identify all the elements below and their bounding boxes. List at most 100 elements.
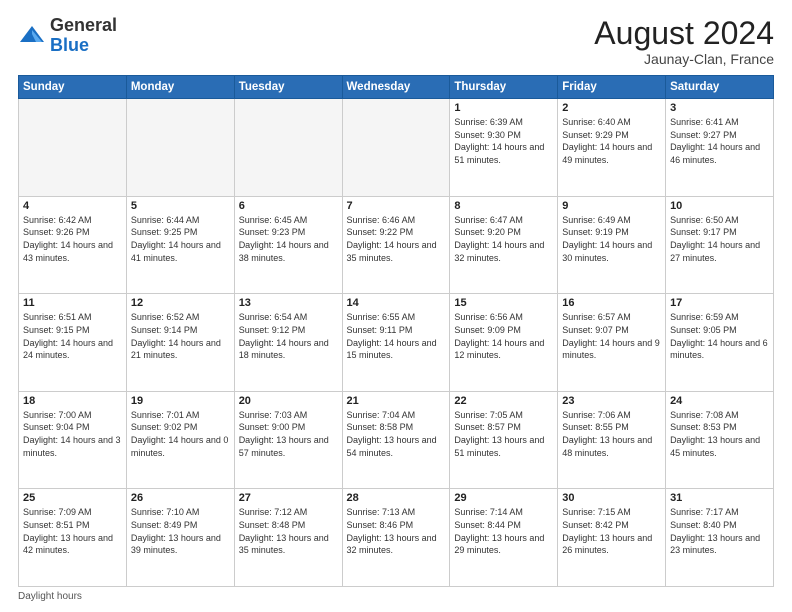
day-number: 11 <box>23 297 122 309</box>
month-year: August 2024 <box>594 16 774 51</box>
day-info: Sunrise: 7:01 AM Sunset: 9:02 PM Dayligh… <box>131 409 230 459</box>
title-area: August 2024 Jaunay-Clan, France <box>594 16 774 67</box>
calendar-cell: 9 Sunrise: 6:49 AM Sunset: 9:19 PM Daylig… <box>558 196 666 294</box>
calendar-cell: 21 Sunrise: 7:04 AM Sunset: 8:58 PM Dayli… <box>342 391 450 489</box>
day-info: Sunrise: 7:15 AM Sunset: 8:42 PM Dayligh… <box>562 506 661 556</box>
day-number: 12 <box>131 297 230 309</box>
calendar-cell: 28 Sunrise: 7:13 AM Sunset: 8:46 PM Dayli… <box>342 489 450 587</box>
day-info: Sunrise: 7:14 AM Sunset: 8:44 PM Dayligh… <box>454 506 553 556</box>
day-number: 23 <box>562 395 661 407</box>
day-number: 31 <box>670 492 769 504</box>
location: Jaunay-Clan, France <box>594 51 774 67</box>
day-info: Sunrise: 7:12 AM Sunset: 8:48 PM Dayligh… <box>239 506 338 556</box>
col-friday: Friday <box>558 76 666 99</box>
calendar-cell: 31 Sunrise: 7:17 AM Sunset: 8:40 PM Dayli… <box>666 489 774 587</box>
calendar-cell: 16 Sunrise: 6:57 AM Sunset: 9:07 PM Dayli… <box>558 294 666 392</box>
day-number: 10 <box>670 200 769 212</box>
day-number: 1 <box>454 102 553 114</box>
daylight-label: Daylight hours <box>18 591 82 602</box>
day-info: Sunrise: 6:55 AM Sunset: 9:11 PM Dayligh… <box>347 311 446 361</box>
col-saturday: Saturday <box>666 76 774 99</box>
col-sunday: Sunday <box>19 76 127 99</box>
day-info: Sunrise: 7:17 AM Sunset: 8:40 PM Dayligh… <box>670 506 769 556</box>
calendar-cell: 4Sunrise: 6:42 AM Sunset: 9:26 PM Daylig… <box>19 196 127 294</box>
day-number: 9 <box>562 200 661 212</box>
day-info: Sunrise: 7:09 AM Sunset: 8:51 PM Dayligh… <box>23 506 122 556</box>
day-number: 6 <box>239 200 338 212</box>
day-info: Sunrise: 7:04 AM Sunset: 8:58 PM Dayligh… <box>347 409 446 459</box>
day-info: Sunrise: 6:46 AM Sunset: 9:22 PM Dayligh… <box>347 214 446 264</box>
calendar-cell: 12Sunrise: 6:52 AM Sunset: 9:14 PM Dayli… <box>126 294 234 392</box>
logo-icon <box>18 22 46 50</box>
calendar-cell: 19 Sunrise: 7:01 AM Sunset: 9:02 PM Dayli… <box>126 391 234 489</box>
calendar-cell <box>234 99 342 197</box>
day-number: 24 <box>670 395 769 407</box>
day-info: Sunrise: 6:39 AM Sunset: 9:30 PM Dayligh… <box>454 116 553 166</box>
day-number: 22 <box>454 395 553 407</box>
day-number: 17 <box>670 297 769 309</box>
logo-text: General Blue <box>50 16 117 56</box>
col-tuesday: Tuesday <box>234 76 342 99</box>
calendar-week-2: 4Sunrise: 6:42 AM Sunset: 9:26 PM Daylig… <box>19 196 774 294</box>
logo-general: General <box>50 15 117 35</box>
calendar-week-4: 18 Sunrise: 7:00 AM Sunset: 9:04 PM Dayli… <box>19 391 774 489</box>
day-number: 18 <box>23 395 122 407</box>
day-number: 27 <box>239 492 338 504</box>
calendar-cell: 26 Sunrise: 7:10 AM Sunset: 8:49 PM Dayli… <box>126 489 234 587</box>
day-info: Sunrise: 6:57 AM Sunset: 9:07 PM Dayligh… <box>562 311 661 361</box>
day-number: 13 <box>239 297 338 309</box>
calendar-cell: 30 Sunrise: 7:15 AM Sunset: 8:42 PM Dayli… <box>558 489 666 587</box>
day-number: 19 <box>131 395 230 407</box>
calendar-cell: 8Sunrise: 6:47 AM Sunset: 9:20 PM Daylig… <box>450 196 558 294</box>
calendar-table: Sunday Monday Tuesday Wednesday Thursday… <box>18 75 774 587</box>
day-info: Sunrise: 7:13 AM Sunset: 8:46 PM Dayligh… <box>347 506 446 556</box>
calendar-cell <box>19 99 127 197</box>
day-number: 30 <box>562 492 661 504</box>
day-number: 29 <box>454 492 553 504</box>
calendar-cell: 20 Sunrise: 7:03 AM Sunset: 9:00 PM Dayli… <box>234 391 342 489</box>
day-number: 7 <box>347 200 446 212</box>
day-info: Sunrise: 6:45 AM Sunset: 9:23 PM Dayligh… <box>239 214 338 264</box>
calendar-cell: 27 Sunrise: 7:12 AM Sunset: 8:48 PM Dayli… <box>234 489 342 587</box>
calendar-cell: 14Sunrise: 6:55 AM Sunset: 9:11 PM Dayli… <box>342 294 450 392</box>
col-monday: Monday <box>126 76 234 99</box>
day-number: 26 <box>131 492 230 504</box>
day-number: 25 <box>23 492 122 504</box>
calendar-cell: 3Sunrise: 6:41 AM Sunset: 9:27 PM Daylig… <box>666 99 774 197</box>
day-info: Sunrise: 7:05 AM Sunset: 8:57 PM Dayligh… <box>454 409 553 459</box>
day-info: Sunrise: 7:03 AM Sunset: 9:00 PM Dayligh… <box>239 409 338 459</box>
calendar-cell: 11Sunrise: 6:51 AM Sunset: 9:15 PM Dayli… <box>19 294 127 392</box>
day-info: Sunrise: 7:10 AM Sunset: 8:49 PM Dayligh… <box>131 506 230 556</box>
calendar-cell: 15Sunrise: 6:56 AM Sunset: 9:09 PM Dayli… <box>450 294 558 392</box>
calendar-cell: 7 Sunrise: 6:46 AM Sunset: 9:22 PM Daylig… <box>342 196 450 294</box>
calendar-cell <box>126 99 234 197</box>
calendar-cell: 18 Sunrise: 7:00 AM Sunset: 9:04 PM Dayli… <box>19 391 127 489</box>
day-number: 20 <box>239 395 338 407</box>
day-info: Sunrise: 6:54 AM Sunset: 9:12 PM Dayligh… <box>239 311 338 361</box>
day-number: 28 <box>347 492 446 504</box>
calendar-cell: 25 Sunrise: 7:09 AM Sunset: 8:51 PM Dayli… <box>19 489 127 587</box>
header: General Blue August 2024 Jaunay-Clan, Fr… <box>18 16 774 67</box>
day-info: Sunrise: 7:08 AM Sunset: 8:53 PM Dayligh… <box>670 409 769 459</box>
day-number: 16 <box>562 297 661 309</box>
calendar-cell <box>342 99 450 197</box>
day-info: Sunrise: 6:40 AM Sunset: 9:29 PM Dayligh… <box>562 116 661 166</box>
day-number: 15 <box>454 297 553 309</box>
logo-blue: Blue <box>50 35 89 55</box>
calendar-week-3: 11Sunrise: 6:51 AM Sunset: 9:15 PM Dayli… <box>19 294 774 392</box>
day-info: Sunrise: 6:44 AM Sunset: 9:25 PM Dayligh… <box>131 214 230 264</box>
day-number: 2 <box>562 102 661 114</box>
calendar-cell: 6 Sunrise: 6:45 AM Sunset: 9:23 PM Daylig… <box>234 196 342 294</box>
day-number: 5 <box>131 200 230 212</box>
calendar-cell: 2 Sunrise: 6:40 AM Sunset: 9:29 PM Daylig… <box>558 99 666 197</box>
calendar-cell: 22 Sunrise: 7:05 AM Sunset: 8:57 PM Dayli… <box>450 391 558 489</box>
day-number: 21 <box>347 395 446 407</box>
day-info: Sunrise: 6:41 AM Sunset: 9:27 PM Dayligh… <box>670 116 769 166</box>
day-number: 8 <box>454 200 553 212</box>
day-info: Sunrise: 6:50 AM Sunset: 9:17 PM Dayligh… <box>670 214 769 264</box>
logo: General Blue <box>18 16 117 56</box>
col-wednesday: Wednesday <box>342 76 450 99</box>
day-info: Sunrise: 7:00 AM Sunset: 9:04 PM Dayligh… <box>23 409 122 459</box>
day-info: Sunrise: 6:49 AM Sunset: 9:19 PM Dayligh… <box>562 214 661 264</box>
header-row: Sunday Monday Tuesday Wednesday Thursday… <box>19 76 774 99</box>
